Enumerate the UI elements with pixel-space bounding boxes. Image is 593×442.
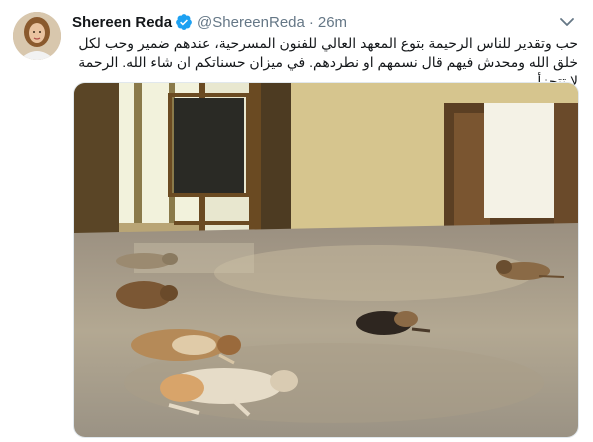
tweet-header: Shereen Reda @ShereenReda · 26m	[72, 12, 347, 32]
tweet-card[interactable]: Shereen Reda @ShereenReda · 26m حب وتقدي…	[0, 0, 593, 442]
avatar-image	[13, 12, 61, 60]
photo-dogs-hallway	[74, 83, 578, 437]
separator-dot: ·	[308, 13, 314, 31]
chevron-down-icon[interactable]	[557, 12, 577, 32]
user-handle[interactable]: @ShereenReda	[197, 14, 305, 31]
timestamp[interactable]: 26m	[318, 14, 347, 31]
display-name[interactable]: Shereen Reda	[72, 14, 172, 31]
avatar[interactable]	[13, 12, 61, 60]
verified-badge-icon	[175, 13, 193, 31]
tweet-photo[interactable]	[73, 82, 579, 438]
